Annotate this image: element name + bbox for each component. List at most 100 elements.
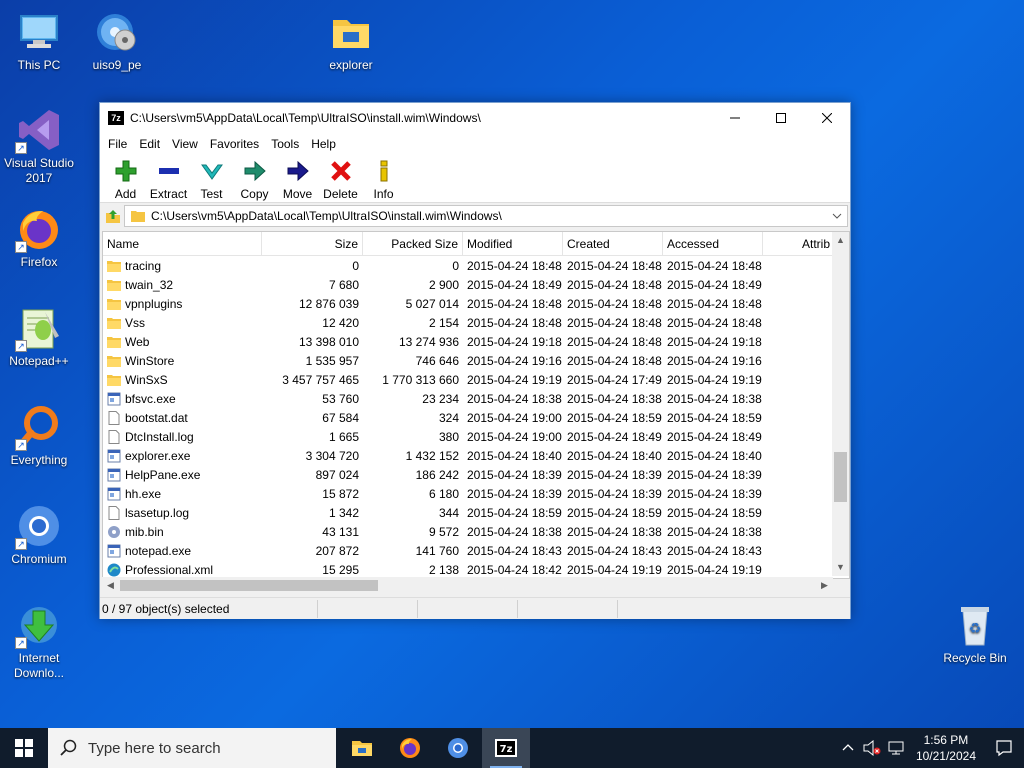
notification-center-button[interactable] xyxy=(984,728,1024,768)
taskbar-7zip[interactable]: 7z xyxy=(482,728,530,768)
7zip-file-manager-window: 7z C:\Users\vm5\AppData\Local\Temp\Ultra… xyxy=(99,102,851,619)
show-hidden-icons-button[interactable] xyxy=(836,728,860,768)
cell-modified: 2015-04-24 18:42 xyxy=(467,562,562,577)
copy-button[interactable]: Copy xyxy=(233,155,276,202)
file-name: HelpPane.exe xyxy=(125,467,201,482)
idm-icon: ↗ xyxy=(15,601,63,649)
minimize-button[interactable] xyxy=(712,103,758,133)
menu-edit[interactable]: Edit xyxy=(133,137,166,151)
table-row[interactable]: HelpPane.exe 897 024 186 242 2015-04-24 18:… xyxy=(103,465,849,484)
desktop-icon-uiso9-pe[interactable]: uiso9_pe xyxy=(78,8,156,73)
menu-tools[interactable]: Tools xyxy=(265,137,305,151)
menu-help[interactable]: Help xyxy=(305,137,342,151)
speaker-muted-icon xyxy=(863,740,881,756)
desktop-icon-firefox[interactable]: ↗ Firefox xyxy=(0,205,78,270)
scroll-down-arrow[interactable]: ▼ xyxy=(832,559,849,576)
menu-file[interactable]: File xyxy=(102,137,133,151)
notification-icon xyxy=(996,740,1012,757)
horizontal-scroll-thumb[interactable] xyxy=(120,580,378,591)
cell-created: 2015-04-24 18:48 xyxy=(567,277,662,292)
table-row[interactable]: explorer.exe 3 304 720 1 432 152 2015-04-24… xyxy=(103,446,849,465)
chevron-up-icon xyxy=(842,744,854,751)
cell-created: 2015-04-24 18:48 xyxy=(567,296,662,311)
cell-accessed: 2015-04-24 19:19 xyxy=(667,562,762,577)
file-icon xyxy=(108,429,120,444)
table-row[interactable]: Web 13 398 010 13 274 936 2015-04-24 19:18 2… xyxy=(103,332,849,351)
add-button[interactable]: Add xyxy=(104,155,147,202)
extract-button[interactable]: Extract xyxy=(147,155,190,202)
vertical-scrollbar[interactable]: ▲ ▼ xyxy=(832,232,849,576)
table-row[interactable]: WinStore 1 535 957 746 646 2015-04-24 19:16… xyxy=(103,351,849,370)
taskbar-firefox[interactable] xyxy=(386,728,434,768)
vertical-scroll-thumb[interactable] xyxy=(834,452,847,502)
address-input[interactable]: C:\Users\vm5\AppData\Local\Temp\UltraISO… xyxy=(124,205,848,227)
scroll-up-arrow[interactable]: ▲ xyxy=(832,232,849,249)
table-row[interactable]: WinSxS 3 457 757 465 1 770 313 660 2015-04-… xyxy=(103,370,849,389)
up-folder-button[interactable] xyxy=(102,205,124,227)
menu-view[interactable]: View xyxy=(166,137,204,151)
folder-icon xyxy=(107,317,121,329)
start-button[interactable] xyxy=(0,728,48,768)
info-button[interactable]: Info xyxy=(362,155,405,202)
scroll-right-arrow[interactable]: ▶ xyxy=(816,577,833,594)
cell-name: vpnplugins xyxy=(103,297,262,311)
table-row[interactable]: Vss 12 420 2 154 2015-04-24 18:48 2015-04-24… xyxy=(103,313,849,332)
column-header-modified[interactable]: Modified xyxy=(463,232,563,256)
system-tray: 1:56 PM 10/21/2024 xyxy=(836,728,1024,768)
cell-name: Professional.xml xyxy=(103,563,262,577)
cell-packed-size: 186 242 xyxy=(415,467,459,482)
desktop-icon-chromium[interactable]: ↗ Chromium xyxy=(0,502,78,567)
test-button[interactable]: Test xyxy=(190,155,233,202)
desktop-icon-visual-studio[interactable]: ↗ Visual Studio 2017 xyxy=(0,106,78,186)
taskbar-file-explorer[interactable] xyxy=(338,728,386,768)
taskbar-search-box[interactable]: Type here to search xyxy=(48,728,336,768)
table-row[interactable]: vpnplugins 12 876 039 5 027 014 2015-04-24 … xyxy=(103,294,849,313)
network-button[interactable] xyxy=(884,728,908,768)
volume-button[interactable] xyxy=(860,728,884,768)
maximize-button[interactable] xyxy=(758,103,804,133)
table-row[interactable]: tracing 0 0 2015-04-24 18:48 2015-04-24 18:4… xyxy=(103,256,849,275)
chevron-down-icon[interactable] xyxy=(831,210,843,222)
column-header-accessed[interactable]: Accessed xyxy=(663,232,763,256)
horizontal-scrollbar[interactable]: ◀ ▶ xyxy=(102,577,833,594)
table-row[interactable]: DtcInstall.log 1 665 380 2015-04-24 19:00 20… xyxy=(103,427,849,446)
table-row[interactable]: lsasetup.log 1 342 344 2015-04-24 18:59 2015… xyxy=(103,503,849,522)
desktop-icon-internet-download-manager[interactable]: ↗ Internet Downlo... xyxy=(0,601,78,681)
title-bar[interactable]: 7z C:\Users\vm5\AppData\Local\Temp\Ultra… xyxy=(100,103,850,133)
table-row[interactable]: twain_32 7 680 2 900 2015-04-24 18:49 2015-0… xyxy=(103,275,849,294)
table-row[interactable]: bfsvc.exe 53 760 23 234 2015-04-24 18:38 201… xyxy=(103,389,849,408)
close-button[interactable] xyxy=(804,103,850,133)
column-header-size[interactable]: Size xyxy=(262,232,363,256)
column-header-attrib[interactable]: Attrib xyxy=(763,232,835,256)
table-row[interactable]: hh.exe 15 872 6 180 2015-04-24 18:39 2015-04… xyxy=(103,484,849,503)
clock[interactable]: 1:56 PM 10/21/2024 xyxy=(908,732,984,764)
file-name: hh.exe xyxy=(125,486,162,501)
desktop-icon-notepadpp[interactable]: ↗ Notepad++ xyxy=(0,304,78,369)
taskbar-chromium[interactable] xyxy=(434,728,482,768)
column-header-created[interactable]: Created xyxy=(563,232,663,256)
table-row[interactable]: mib.bin 43 131 9 572 2015-04-24 18:38 2015-0… xyxy=(103,522,849,541)
table-row[interactable]: notepad.exe 207 872 141 760 2015-04-24 18:4… xyxy=(103,541,849,560)
cell-name: bootstat.dat xyxy=(103,410,262,425)
delete-label: Delete xyxy=(323,187,358,201)
desktop-icon-recycle-bin[interactable]: ♻ Recycle Bin xyxy=(936,601,1014,666)
menu-favorites[interactable]: Favorites xyxy=(204,137,265,151)
cell-created: 2015-04-24 18:48 xyxy=(567,334,662,349)
desktop-icon-explorer[interactable]: explorer xyxy=(312,8,390,73)
folder-icon xyxy=(107,355,121,367)
desktop-icon-label: Notepad++ xyxy=(9,354,69,368)
column-header-packed-size[interactable]: Packed Size xyxy=(363,232,463,256)
cell-created: 2015-04-24 18:40 xyxy=(567,448,662,463)
desktop-icon-this-pc[interactable]: This PC xyxy=(0,8,78,73)
table-row[interactable]: bootstat.dat 67 584 324 2015-04-24 19:00 201… xyxy=(103,408,849,427)
delete-button[interactable]: Delete xyxy=(319,155,362,202)
move-button[interactable]: Move xyxy=(276,155,319,202)
scroll-left-arrow[interactable]: ◀ xyxy=(102,577,119,594)
cell-accessed: 2015-04-24 19:19 xyxy=(667,372,762,387)
7zip-app-icon: 7z xyxy=(108,111,124,125)
bin-file-icon xyxy=(108,525,120,538)
desktop-icon-everything[interactable]: ↗ Everything xyxy=(0,403,78,468)
svg-text:7z: 7z xyxy=(500,744,513,755)
column-header-name[interactable]: Name xyxy=(103,232,262,256)
folder-icon xyxy=(107,336,121,348)
